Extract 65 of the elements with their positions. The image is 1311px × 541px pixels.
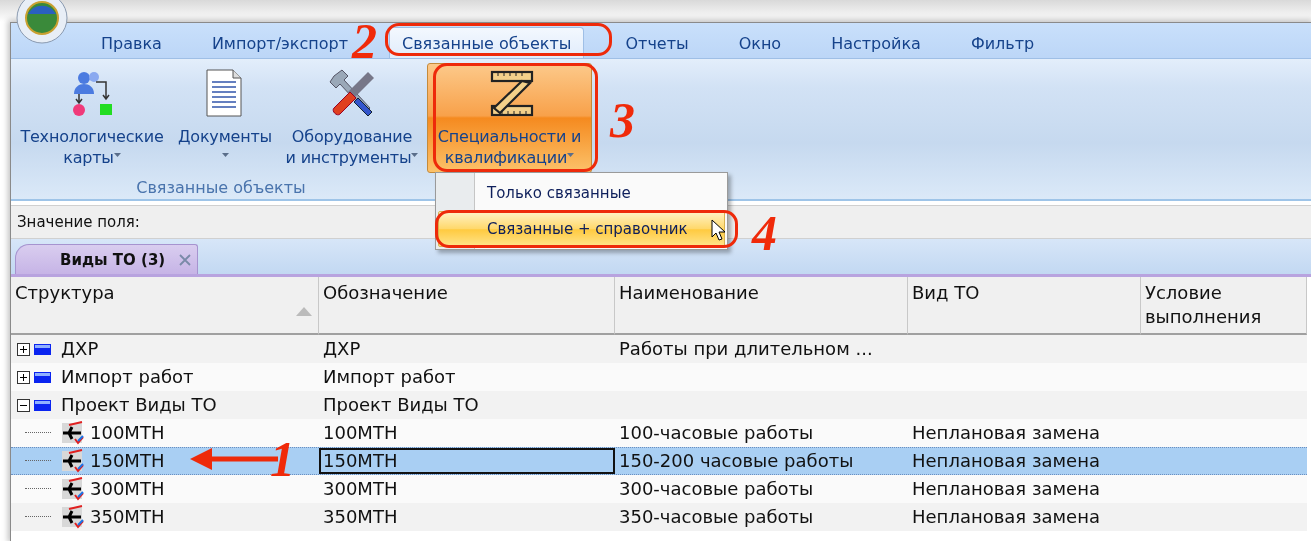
caret-icon <box>567 152 575 157</box>
caret-icon <box>411 152 419 157</box>
expand-icon[interactable] <box>17 342 30 356</box>
tree-item[interactable]: ДХР <box>61 335 99 363</box>
table-cell-text: 100-часовые работы <box>619 421 814 445</box>
table-cell-text: 300MTH <box>323 477 398 501</box>
annotation-number: 3 <box>610 95 635 145</box>
annotation-number: 4 <box>752 208 777 258</box>
mouse-pointer-icon <box>711 219 727 241</box>
tree-item[interactable]: Проект Виды ТО <box>61 391 217 419</box>
menu-tab[interactable]: Окно <box>725 27 795 58</box>
table-cell-text: Неплановая замена <box>912 477 1100 501</box>
expand-icon[interactable] <box>17 370 30 384</box>
table-cell-text: 100MTH <box>323 421 398 445</box>
field-label: Значение поля: <box>17 213 140 231</box>
ribbon-group-label: Связанные объекты <box>136 177 306 197</box>
table-cell-text: 350-часовые работы <box>619 505 814 529</box>
annotation-number: 2 <box>352 16 377 66</box>
column-header[interactable]: Наименование <box>615 277 908 335</box>
column-header[interactable]: Условие выполнения <box>1141 277 1307 335</box>
column-header[interactable]: Вид ТО <box>908 277 1141 335</box>
column-header[interactable]: Структура <box>11 277 319 335</box>
document-tab[interactable]: Виды ТО (3) <box>15 244 199 274</box>
airplane-icon <box>61 477 85 501</box>
table-cell-text: Неплановая замена <box>912 421 1100 445</box>
airplane-icon <box>61 449 85 473</box>
menu-tab[interactable]: Настройка <box>818 27 934 58</box>
group-icon <box>34 343 51 355</box>
table-row[interactable]: Импорт работ Импорт работ <box>11 363 1307 391</box>
table-cell-text: Работы при длительном ... <box>619 337 873 361</box>
table-row[interactable]: Проект Виды ТО Проект Виды ТО <box>11 391 1307 419</box>
table-cell-text: 300-часовые работы <box>619 477 814 501</box>
ribbon-button[interactable]: Специальности и квалификации <box>427 63 592 173</box>
menu-item[interactable]: Только связанные <box>438 175 725 211</box>
tree-item[interactable]: 150MTH <box>90 447 165 475</box>
ribbon-button[interactable]: Документы <box>173 63 277 173</box>
table-cell-text: Неплановая замена <box>912 449 1100 473</box>
table-cell-text: 350MTH <box>323 505 398 529</box>
menu-tab[interactable]: Правка <box>88 27 175 58</box>
group-icon <box>34 399 51 411</box>
table-row[interactable]: 300MTH 300MTH 300-часовые работы Неплановая замена <box>11 475 1307 503</box>
table-cell-text: ДХР <box>323 337 361 361</box>
tree-item[interactable]: 300MTH <box>90 475 165 503</box>
menu-tab[interactable]: Фильтр <box>957 27 1048 58</box>
ribbon-button[interactable]: Технологические карты <box>13 63 171 173</box>
table-cell-text: Неплановая замена <box>912 505 1100 529</box>
table-cell-text: 150MTH <box>323 449 398 473</box>
collapse-icon[interactable] <box>17 398 30 412</box>
airplane-icon <box>61 421 85 445</box>
column-header[interactable]: Обозначение <box>319 277 615 335</box>
caret-icon <box>113 152 121 157</box>
tree-item[interactable]: 100MTH <box>90 419 165 447</box>
caret-icon <box>221 152 229 157</box>
ribbon-button[interactable]: Оборудование и инструменты <box>279 63 425 173</box>
tree-item[interactable]: Импорт работ <box>61 363 194 391</box>
tools-icon <box>328 68 376 118</box>
menu-tab[interactable]: Отчеты <box>612 27 702 58</box>
table-row[interactable]: ДХР ДХР Работы при длительном ... <box>11 335 1307 363</box>
table-cell-text: Импорт работ <box>323 365 456 389</box>
tree-item[interactable]: 350MTH <box>90 503 165 531</box>
group-icon <box>34 371 51 383</box>
airplane-icon <box>61 505 85 529</box>
table-cell-text: 150-200 часовые работы <box>619 449 854 473</box>
table-cell-text: Проект Виды ТО <box>323 393 479 417</box>
table-row[interactable]: 350MTH 350MTH 350-часовые работы Неплановая замена <box>11 503 1307 531</box>
